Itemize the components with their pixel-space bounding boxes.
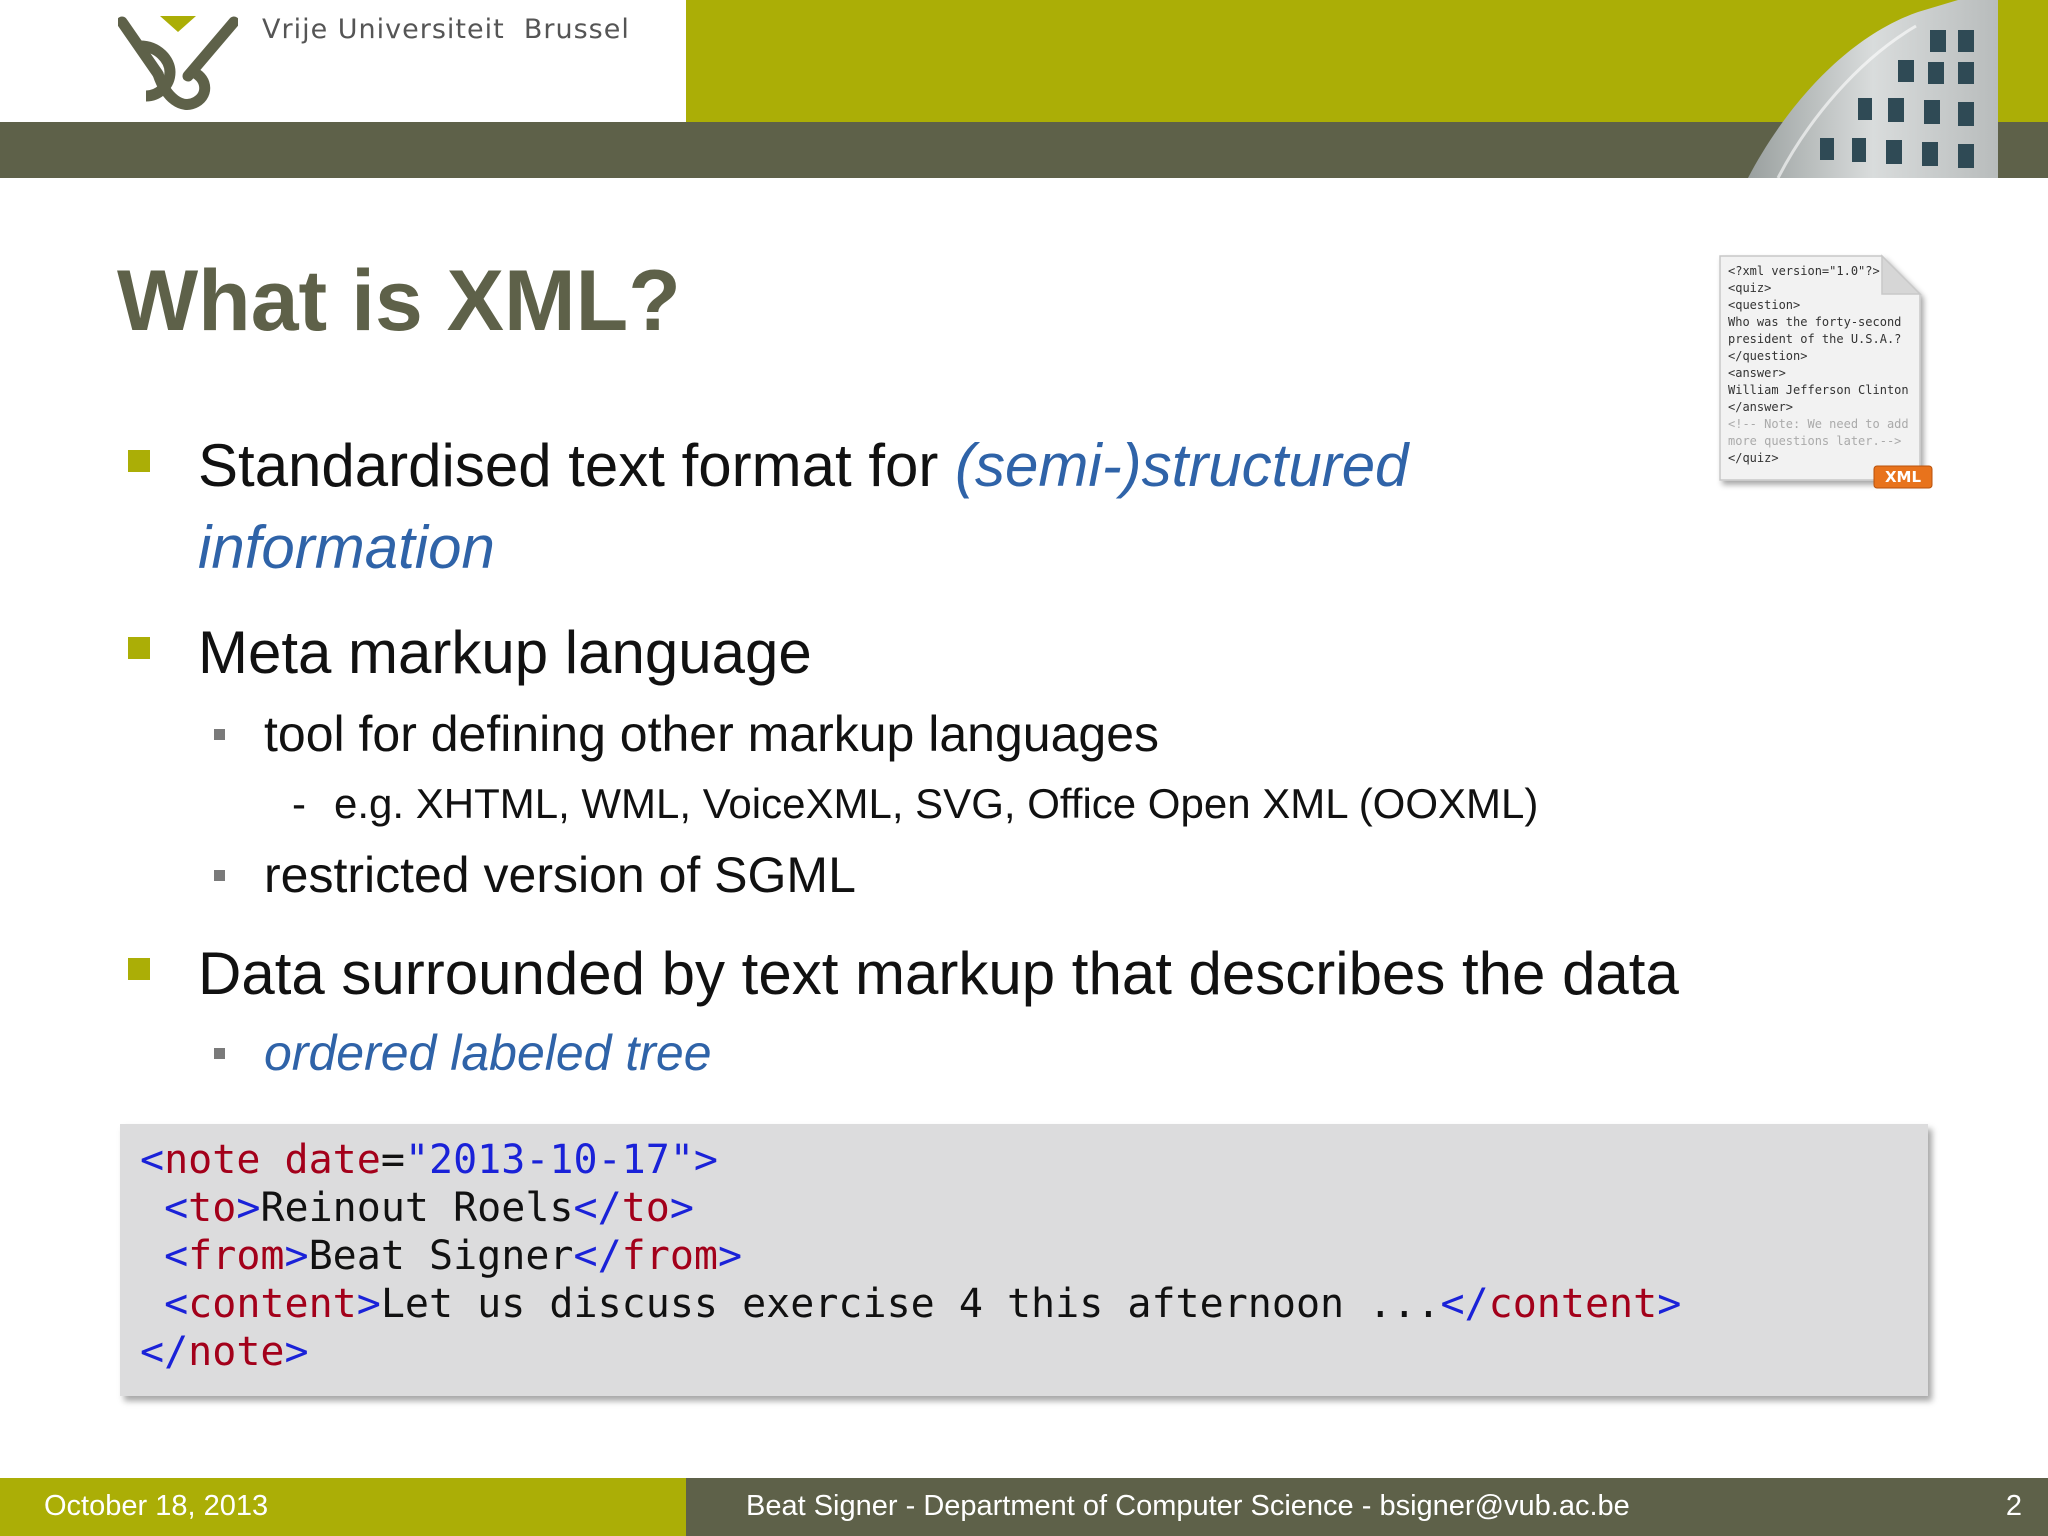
footer-bar: October 18, 2013 Beat Signer - Departmen… (0, 1478, 2048, 1536)
sub-sub-bullet-marker: - (292, 780, 306, 827)
bullet-marker (128, 637, 150, 659)
xml-icon-line: </question> (1728, 349, 1807, 363)
sub-bullet-text: tool for defining other markup languages (264, 706, 1160, 762)
sub-bullet-marker (214, 729, 225, 740)
sub-sub-bullet-text: e.g. XHTML, WML, VoiceXML, SVG, Office O… (334, 780, 1539, 827)
xml-badge: XML (1885, 468, 1921, 486)
emphasis-text: (semi-)structured (955, 432, 1409, 499)
xml-icon-line: <answer> (1728, 366, 1786, 380)
footer-date: October 18, 2013 (44, 1490, 269, 1522)
header-bar: Vrije Universiteit Brussel (0, 0, 2048, 178)
sub-bullet-marker (214, 1048, 225, 1059)
xml-icon-line: </quiz> (1728, 451, 1779, 465)
page-number: 2 (2005, 1490, 2022, 1522)
emphasis-text: information (198, 514, 495, 581)
code-line: <note date="2013-10-17"> (140, 1137, 719, 1183)
code-line: <content>Let us discuss exercise 4 this … (140, 1281, 1682, 1327)
xml-icon-line: <question> (1728, 298, 1800, 312)
sub-bullet-text: restricted version of SGML (264, 847, 856, 903)
slide-title: What is XML? (117, 253, 681, 349)
building-photo-icon (1748, 0, 1998, 178)
bullet-text: Standardised text format for (semi-)stru… (198, 432, 1409, 499)
bullet-marker (128, 958, 150, 980)
xml-icon-line: Who was the forty-second (1728, 315, 1901, 329)
bullet-marker (128, 450, 150, 472)
footer-author: Beat Signer - Department of Computer Sci… (746, 1490, 1630, 1522)
xml-icon-line: president of the U.S.A.? (1728, 332, 1901, 346)
xml-code-example: <note date="2013-10-17"> <to>Reinout Roe… (120, 1124, 1928, 1396)
xml-icon-line: William Jefferson Clinton (1728, 383, 1909, 397)
university-name: Vrije Universiteit Brussel (262, 14, 630, 45)
code-line: </note> (140, 1329, 309, 1375)
bullet-text: Data surrounded by text markup that desc… (198, 940, 1679, 1007)
xml-file-icon: <?xml version="1.0"?> <quiz> <question> … (1719, 254, 1933, 489)
sub-bullet-text: ordered labeled tree (264, 1025, 712, 1081)
vub-logo-icon (118, 16, 238, 110)
xml-icon-line: more questions later.--> (1728, 434, 1901, 448)
xml-icon-line: </answer> (1728, 400, 1793, 414)
bullet-text: Meta markup language (198, 619, 812, 686)
code-line: <from>Beat Signer</from> (140, 1233, 743, 1279)
xml-icon-line: <!-- Note: We need to add (1728, 417, 1909, 431)
xml-icon-line: <quiz> (1728, 281, 1771, 295)
code-line: <to>Reinout Roels</to> (140, 1185, 694, 1231)
xml-icon-line: <?xml version="1.0"?> (1728, 264, 1880, 278)
header-dark-band (0, 122, 2048, 178)
sub-bullet-marker (214, 870, 225, 881)
